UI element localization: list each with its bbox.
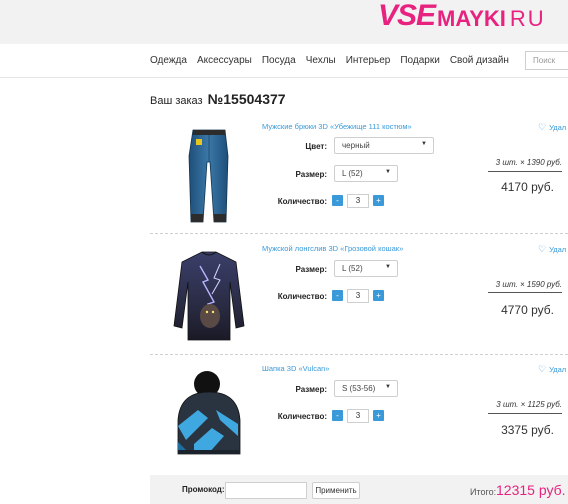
remove-link[interactable]: ♡ Удал: [538, 122, 566, 133]
quantity-stepper: - 3 +: [332, 194, 384, 208]
nav-item-cases[interactable]: Чехлы: [306, 55, 336, 66]
product-image-longsleeve[interactable]: [172, 246, 246, 346]
quantity-label: Количество:: [277, 412, 327, 421]
quantity-label: Количество:: [277, 292, 327, 301]
cart-item: Шапка 3D «Vulcan» ♡ Удал Размер: S (53-56…: [150, 360, 568, 472]
nav-item-accessories[interactable]: Аксессуары: [197, 55, 252, 66]
remove-link[interactable]: ♡ Удал: [538, 364, 566, 375]
order-number: №15504377: [207, 91, 286, 107]
heart-icon: ♡: [538, 122, 547, 132]
apply-promo-button[interactable]: Применить: [312, 482, 360, 499]
product-name-link[interactable]: Мужские брюки 3D «Убежище 111 костюм»: [262, 122, 412, 131]
cart-item: Мужской лонгслив 3D «Грозовой кошак» ♡ Уд…: [150, 240, 568, 350]
search-input[interactable]: Поиск: [525, 51, 568, 70]
size-label: Размер:: [295, 265, 327, 274]
nav-item-interior[interactable]: Интерьер: [346, 55, 391, 66]
item-total: 3375 руб.: [501, 423, 554, 437]
price-divider: [488, 413, 562, 414]
product-image-trousers[interactable]: [172, 126, 246, 226]
chevron-down-icon: ▼: [385, 264, 391, 270]
item-divider: [150, 233, 568, 234]
product-name-link[interactable]: Мужской лонгслив 3D «Грозовой кошак»: [262, 244, 403, 253]
promo-code-input[interactable]: [225, 482, 307, 499]
size-select[interactable]: L (52) ▼: [334, 260, 398, 277]
nav-item-custom-design[interactable]: Свой дизайн: [450, 55, 509, 66]
remove-link[interactable]: ♡ Удал: [538, 244, 566, 255]
item-divider: [150, 354, 568, 355]
color-select[interactable]: черный ▼: [334, 137, 434, 154]
order-title: Ваш заказ №15504377: [150, 91, 286, 107]
page: VSE MAYKI RU Одежда Аксессуары Посуда Че…: [0, 0, 568, 504]
size-label: Размер:: [295, 385, 327, 394]
unit-price: 3 шт. × 1590 руб.: [495, 280, 562, 289]
product-name-link[interactable]: Шапка 3D «Vulcan»: [262, 364, 329, 373]
nav-item-clothing[interactable]: Одежда: [150, 55, 187, 66]
heart-icon: ♡: [538, 244, 547, 254]
color-select-value: черный: [342, 141, 370, 150]
size-select[interactable]: L (52) ▼: [334, 165, 398, 182]
price-divider: [488, 171, 562, 172]
item-total: 4170 руб.: [501, 180, 554, 194]
chevron-down-icon: ▼: [385, 169, 391, 175]
quantity-minus-button[interactable]: -: [332, 195, 343, 206]
chevron-down-icon: ▼: [385, 384, 391, 390]
size-select-value: S (53-56): [342, 384, 376, 393]
top-bar: VSE MAYKI RU: [0, 0, 568, 44]
quantity-plus-button[interactable]: +: [373, 195, 384, 206]
heart-icon: ♡: [538, 364, 547, 374]
quantity-plus-button[interactable]: +: [373, 290, 384, 301]
color-label: Цвет:: [305, 142, 327, 151]
order-total: 12315 руб.: [496, 482, 566, 498]
total-label: Итого:: [470, 487, 497, 497]
size-select-value: L (52): [342, 264, 363, 273]
quantity-label: Количество:: [277, 197, 327, 206]
cart-item: Мужские брюки 3D «Убежище 111 костюм» ♡ У…: [150, 120, 568, 228]
nav-item-dishes[interactable]: Посуда: [262, 55, 296, 66]
unit-price: 3 шт. × 1390 руб.: [495, 158, 562, 167]
order-label: Ваш заказ: [150, 95, 203, 107]
size-select-value: L (52): [342, 169, 363, 178]
item-total: 4770 руб.: [501, 303, 554, 317]
site-logo[interactable]: VSE MAYKI RU: [378, 1, 546, 31]
nav-item-gifts[interactable]: Подарки: [400, 55, 439, 66]
size-label: Размер:: [295, 170, 327, 179]
promo-label: Промокод:: [182, 485, 225, 494]
quantity-stepper: - 3 +: [332, 289, 384, 303]
quantity-input[interactable]: 3: [347, 409, 369, 423]
unit-price: 3 шт. × 1125 руб.: [496, 400, 562, 409]
order-footer: Промокод: Применить Итого: 12315 руб.: [150, 475, 568, 504]
logo-part-vse: VSE: [378, 0, 436, 32]
quantity-minus-button[interactable]: -: [332, 410, 343, 421]
quantity-stepper: - 3 +: [332, 409, 384, 423]
size-select[interactable]: S (53-56) ▼: [334, 380, 398, 397]
main-nav: Одежда Аксессуары Посуда Чехлы Интерьер …: [0, 44, 568, 78]
quantity-plus-button[interactable]: +: [373, 410, 384, 421]
product-image-hat[interactable]: [172, 370, 246, 460]
quantity-minus-button[interactable]: -: [332, 290, 343, 301]
logo-part-ru: RU: [509, 6, 546, 31]
chevron-down-icon: ▼: [421, 141, 427, 147]
quantity-input[interactable]: 3: [347, 194, 369, 208]
price-divider: [488, 292, 562, 293]
quantity-input[interactable]: 3: [347, 289, 369, 303]
logo-part-mayki: MAYKI: [437, 6, 506, 31]
